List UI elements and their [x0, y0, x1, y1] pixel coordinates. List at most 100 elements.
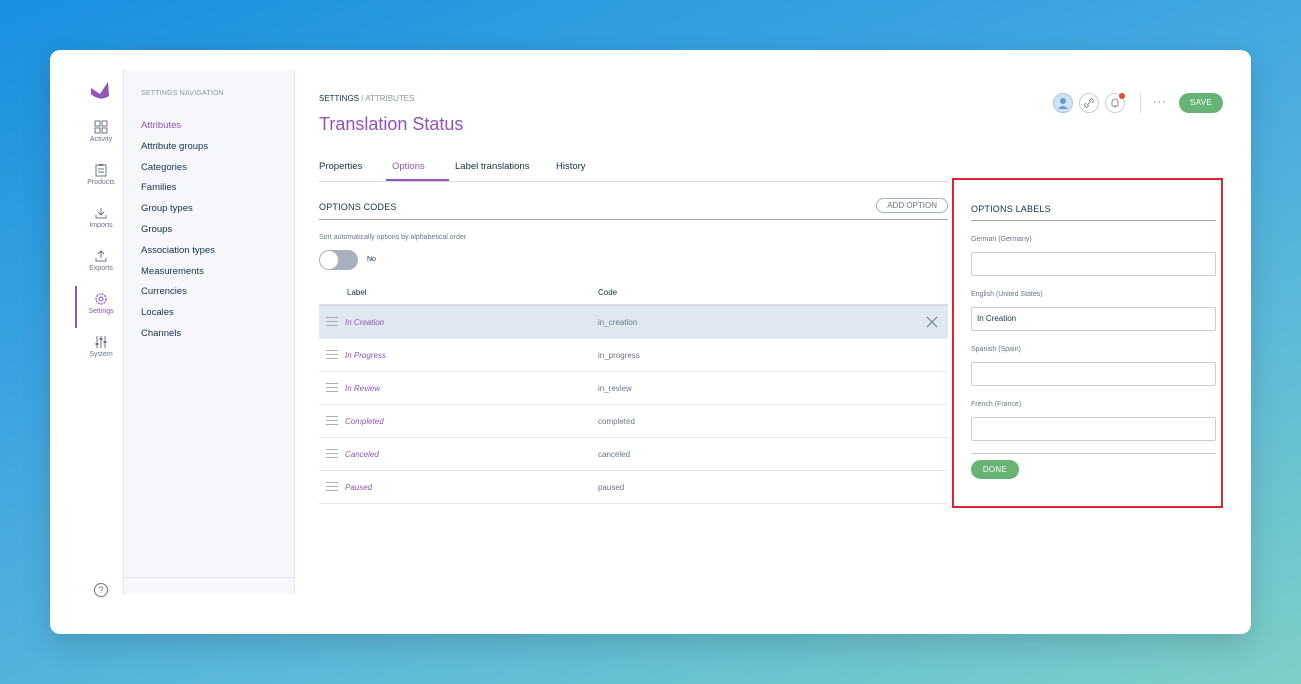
spanish-label: Spanish (Spain)	[971, 346, 1021, 353]
subnav-item-attributes[interactable]: Attributes	[141, 116, 215, 137]
tab-history[interactable]: History	[556, 161, 586, 172]
clipboard-icon	[95, 164, 107, 177]
french-input[interactable]	[971, 417, 1216, 441]
options-codes-header: OPTIONS CODES ADD OPTION	[319, 196, 948, 220]
drag-handle-icon[interactable]	[326, 449, 338, 459]
more-options-icon[interactable]: ···	[1153, 96, 1167, 108]
english-label: English (United States)	[971, 291, 1043, 298]
tab-options[interactable]: Options	[392, 161, 425, 172]
settings-navigation-list: Attributes Attribute groups Categories F…	[141, 116, 215, 345]
drag-handle-icon[interactable]	[326, 350, 338, 360]
nav-item-products[interactable]: Products	[80, 163, 122, 186]
spanish-input[interactable]	[971, 362, 1216, 386]
english-input[interactable]: In Creation	[971, 307, 1216, 331]
help-icon[interactable]: ?	[94, 583, 108, 597]
drag-handle-icon[interactable]	[326, 383, 338, 393]
link-button[interactable]	[1079, 93, 1099, 113]
user-avatar[interactable]	[1053, 93, 1073, 113]
drag-handle-icon[interactable]	[326, 416, 338, 426]
akeneo-logo[interactable]	[88, 78, 112, 102]
main-navigation: Activity Products Imports Exports Settin…	[75, 70, 122, 600]
subnav-item-families[interactable]: Families	[141, 178, 215, 199]
settings-navigation: SETTINGS NAVIGATION Attributes Attribute…	[123, 70, 295, 594]
notifications-button[interactable]	[1105, 93, 1125, 113]
nav-item-label: Settings	[88, 308, 114, 315]
header-divider	[1140, 93, 1141, 113]
breadcrumb: SETTINGS / ATTRIBUTES	[319, 94, 414, 103]
nav-item-exports[interactable]: Exports	[80, 249, 122, 272]
german-input[interactable]	[971, 252, 1216, 276]
subnav-item-measurements[interactable]: Measurements	[141, 262, 215, 283]
option-code: completed	[598, 417, 635, 426]
table-row[interactable]: Canceled canceled	[319, 438, 948, 471]
subnav-footer-divider	[124, 577, 294, 578]
app-window: Activity Products Imports Exports Settin…	[50, 50, 1251, 634]
add-option-button[interactable]: ADD OPTION	[876, 198, 948, 213]
subnav-item-attribute-groups[interactable]: Attribute groups	[141, 137, 215, 158]
drag-handle-icon[interactable]	[326, 482, 338, 492]
tab-label-translations[interactable]: Label translations	[455, 161, 529, 172]
option-code: in_review	[598, 384, 632, 393]
option-label: Paused	[345, 483, 373, 492]
nav-item-label: System	[89, 351, 113, 358]
french-label: French (France)	[971, 401, 1022, 408]
option-code: in_progress	[598, 351, 640, 360]
options-table-header: Label Code	[319, 284, 948, 306]
column-header-code: Code	[598, 288, 618, 297]
sort-toggle[interactable]	[319, 250, 358, 270]
help-glyph: ?	[98, 585, 104, 595]
table-row[interactable]: In Creation in_creation	[319, 306, 948, 339]
subnav-item-group-types[interactable]: Group types	[141, 199, 215, 220]
option-code: in_creation	[598, 318, 638, 327]
german-label: German (Germany)	[971, 236, 1032, 243]
subnav-item-locales[interactable]: Locales	[141, 303, 215, 324]
nav-item-label: Exports	[89, 265, 113, 272]
breadcrumb-settings[interactable]: SETTINGS	[319, 94, 359, 103]
import-icon	[95, 208, 107, 219]
gear-icon	[95, 293, 107, 305]
nav-item-label: Activity	[89, 136, 113, 143]
nav-item-activity[interactable]: Activity	[80, 120, 122, 143]
page-title: Translation Status	[319, 114, 464, 134]
done-button[interactable]: DONE	[971, 460, 1019, 479]
nav-item-system[interactable]: System	[80, 335, 122, 358]
table-row[interactable]: In Review in_review	[319, 372, 948, 405]
drag-handle-icon[interactable]	[326, 317, 338, 327]
tab-bar: Properties Options Label translations Hi…	[319, 156, 948, 182]
header-actions: ··· SAVE	[1053, 93, 1223, 115]
option-label: In Creation	[345, 318, 385, 327]
options-labels-title: OPTIONS LABELS	[971, 199, 1216, 221]
nav-item-label: Imports	[89, 222, 113, 229]
settings-navigation-title: SETTINGS NAVIGATION	[141, 90, 224, 97]
sliders-icon	[95, 336, 107, 348]
tab-properties[interactable]: Properties	[319, 161, 362, 172]
breadcrumb-separator: /	[361, 94, 364, 103]
subnav-item-association-types[interactable]: Association types	[141, 241, 215, 262]
option-label: In Progress	[345, 351, 386, 360]
table-row[interactable]: In Progress in_progress	[319, 339, 948, 372]
options-codes-title: OPTIONS CODES	[319, 202, 397, 212]
nav-item-label: Products	[87, 179, 115, 186]
nav-item-imports[interactable]: Imports	[80, 206, 122, 229]
export-icon	[95, 250, 107, 262]
column-header-label: Label	[347, 288, 367, 297]
subnav-item-currencies[interactable]: Currencies	[141, 282, 215, 303]
link-icon	[1084, 98, 1094, 108]
subnav-item-groups[interactable]: Groups	[141, 220, 215, 241]
table-row[interactable]: Completed completed	[319, 405, 948, 438]
subnav-item-channels[interactable]: Channels	[141, 324, 215, 345]
option-code: paused	[598, 483, 625, 492]
breadcrumb-attributes[interactable]: ATTRIBUTES	[365, 94, 414, 103]
option-label: Completed	[345, 417, 384, 426]
notification-badge	[1119, 93, 1125, 99]
option-code: canceled	[598, 450, 631, 459]
sort-toggle-value: No	[367, 256, 376, 263]
subnav-item-categories[interactable]: Categories	[141, 158, 215, 179]
active-tab-indicator	[386, 179, 449, 181]
nav-item-settings[interactable]: Settings	[75, 286, 122, 328]
save-button[interactable]: SAVE	[1179, 93, 1223, 113]
sort-label: Sort automatically options by alphabetic…	[319, 234, 467, 241]
table-row[interactable]: Paused paused	[319, 471, 948, 504]
dashboard-icon	[94, 120, 108, 134]
close-icon[interactable]	[926, 316, 938, 328]
